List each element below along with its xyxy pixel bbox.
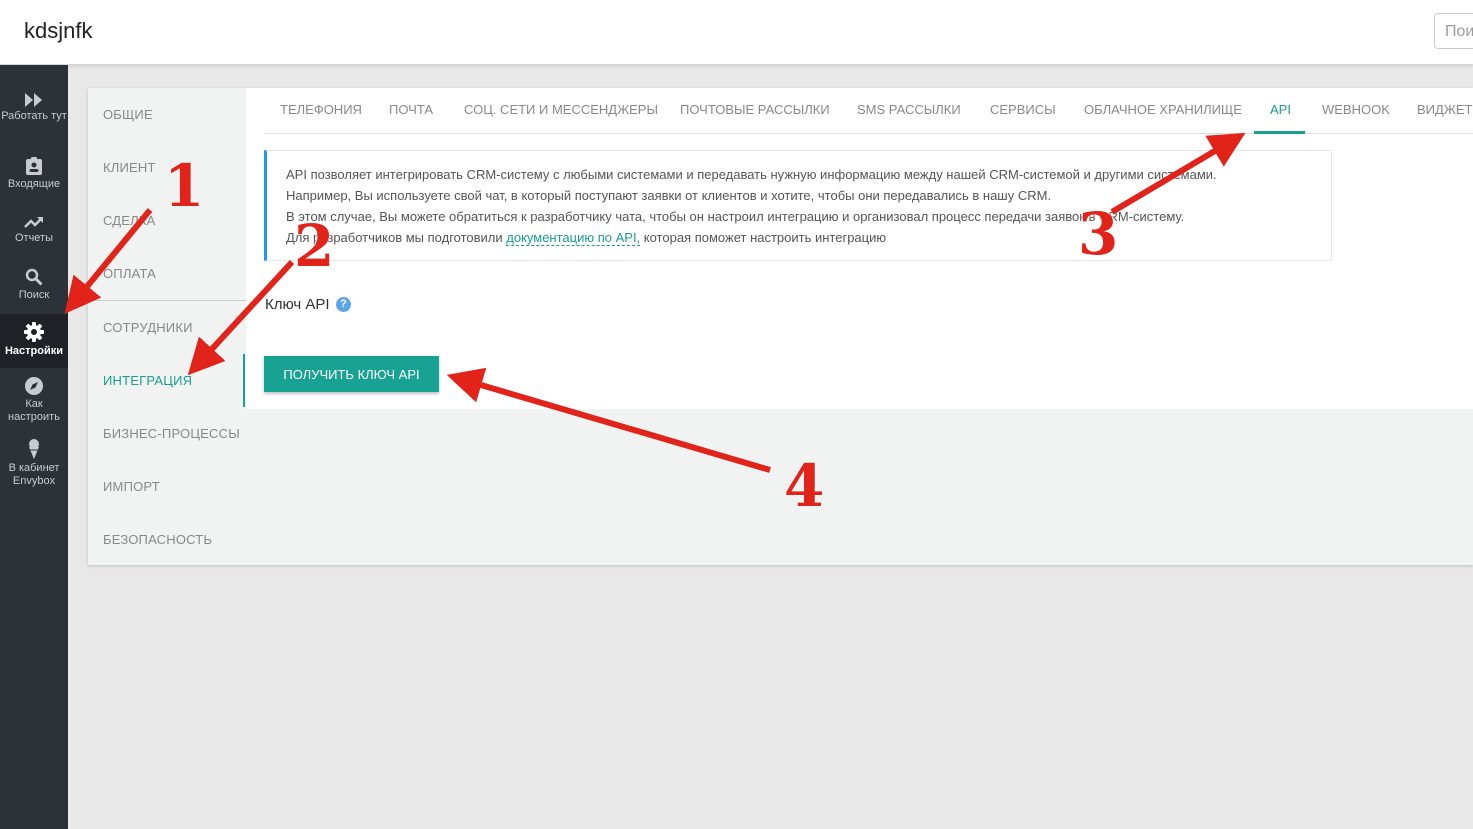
sidebar-item-inbox[interactable]: Входящие	[0, 157, 68, 191]
settings-nav-employees[interactable]: СОТРУДНИКИ	[103, 320, 193, 335]
help-icon[interactable]: ?	[336, 297, 351, 312]
sidebar-item-label: Отчеты	[14, 232, 54, 244]
compass-icon	[25, 377, 43, 395]
sidebar-item-reports[interactable]: Отчеты	[0, 215, 68, 245]
page-title: kdsjnfk	[24, 18, 93, 43]
info-line: В этом случае, Вы можете обратиться к ра…	[286, 209, 1185, 224]
settings-nav-payment[interactable]: ОПЛАТА	[103, 266, 156, 281]
sidebar-item-envybox-cabinet[interactable]: В кабинет Envybox	[0, 439, 68, 488]
tab-cloud-storage[interactable]: ОБЛАЧНОЕ ХРАНИЛИЩЕ	[1084, 102, 1242, 117]
settings-nav-deal[interactable]: СДЕЛКА	[103, 213, 156, 228]
fast-forward-icon	[25, 93, 42, 107]
active-tab-indicator	[1254, 131, 1305, 134]
sidebar-item-label: Поиск	[18, 289, 50, 301]
settings-nav-import[interactable]: ИМПОРТ	[103, 479, 160, 494]
annotation-number-4: 4	[784, 452, 825, 520]
annotation-number-1: 1	[164, 152, 205, 220]
settings-nav-general[interactable]: ОБЩИЕ	[103, 107, 153, 122]
clipboard-icon	[26, 157, 42, 175]
tab-sms-mailings[interactable]: SMS РАССЫЛКИ	[857, 102, 961, 117]
sidebar-item-work-here[interactable]: Работать тут	[0, 93, 68, 123]
top-bar: kdsjnfk Пои	[0, 0, 1473, 65]
settings-nav-client[interactable]: КЛИЕНТ	[103, 160, 156, 175]
info-line: API позволяет интегрировать CRM-систему …	[286, 167, 1217, 182]
sidebar-item-settings[interactable]: Настройки	[0, 314, 68, 368]
main-sidebar: Работать тут Входящие Отчеты Поиск Настр…	[0, 65, 68, 829]
settings-nav-integration[interactable]: ИНТЕГРАЦИЯ	[103, 373, 192, 388]
tab-telephony[interactable]: ТЕЛЕФОНИЯ	[280, 102, 362, 117]
tab-webhook[interactable]: WEBHOOK	[1322, 102, 1390, 117]
annotation-number-3: 3	[1078, 200, 1119, 268]
ice-cream-icon	[29, 439, 39, 459]
trending-up-icon	[24, 217, 43, 228]
search-icon	[25, 268, 43, 286]
sidebar-item-label: В кабинет Envybox	[8, 462, 60, 487]
info-line: Для разработчиков мы подготовили докумен…	[286, 227, 1331, 248]
tab-mail[interactable]: ПОЧТА	[389, 102, 433, 117]
gear-icon	[24, 322, 44, 342]
tab-api[interactable]: API	[1270, 102, 1291, 117]
sidebar-item-how-to-setup[interactable]: Как настроить	[0, 377, 68, 424]
tab-mailings[interactable]: ПОЧТОВЫЕ РАССЫЛКИ	[680, 102, 830, 117]
api-key-label: Ключ API	[265, 296, 330, 313]
sidebar-item-label: Работать тут	[1, 110, 67, 122]
tab-social-messengers[interactable]: СОЦ. СЕТИ И МЕССЕНДЖЕРЫ	[464, 102, 658, 117]
api-docs-link[interactable]: документацию по API,	[506, 230, 641, 246]
settings-nav-security[interactable]: БЕЗОПАСНОСТЬ	[103, 532, 212, 547]
settings-nav-business-processes[interactable]: БИЗНЕС-ПРОЦЕССЫ	[103, 426, 240, 441]
get-api-key-button[interactable]: ПОЛУЧИТЬ КЛЮЧ API	[264, 356, 439, 392]
api-info-box: API позволяет интегрировать CRM-систему …	[264, 150, 1332, 261]
info-text: которая поможет настроить интеграцию	[640, 230, 887, 245]
search-input[interactable]: Пои	[1434, 13, 1473, 49]
tab-widgets[interactable]: ВИДЖЕТЫ	[1417, 102, 1473, 117]
nav-active-indicator	[243, 354, 245, 407]
sidebar-item-search[interactable]: Поиск	[0, 268, 68, 302]
tab-services[interactable]: СЕРВИСЫ	[990, 102, 1056, 117]
annotation-number-2: 2	[294, 212, 335, 280]
nav-divider	[88, 300, 246, 301]
sidebar-item-label: Входящие	[7, 178, 61, 190]
info-line: Например, Вы используете свой чат, в кот…	[286, 188, 1052, 203]
sidebar-item-label: Настройки	[4, 345, 64, 357]
sidebar-item-label: Как настроить	[8, 398, 60, 423]
